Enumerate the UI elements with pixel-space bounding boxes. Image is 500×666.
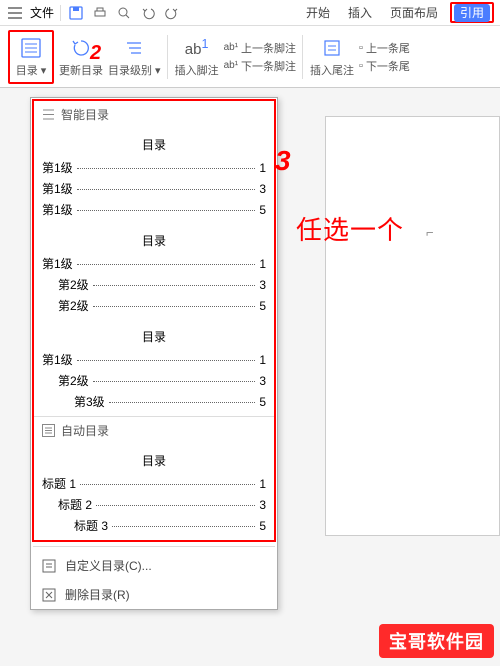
delete-toc-item[interactable]: 删除目录(R)	[31, 580, 277, 609]
tab-insert[interactable]: 插入	[342, 2, 378, 23]
footnote-nav: ab¹上一条脚注 ab¹下一条脚注	[224, 40, 296, 74]
toc-title: 目录	[42, 324, 266, 349]
delete-icon	[41, 587, 57, 603]
separator	[167, 35, 168, 79]
toc-title: 目录	[42, 132, 266, 157]
tab-start[interactable]: 开始	[300, 2, 336, 23]
prev-footnote-button[interactable]: ab¹上一条脚注	[224, 40, 296, 56]
preview-icon[interactable]	[115, 4, 133, 22]
separator	[60, 5, 61, 21]
insert-endnote-button[interactable]: 插入尾注	[309, 30, 355, 84]
smart-toc-header: 智能目录	[34, 101, 274, 128]
tab-layout[interactable]: 页面布局	[384, 2, 444, 23]
endnote-icon	[320, 36, 344, 60]
toc-level-label: 目录级别 ▾	[108, 62, 161, 78]
next-footnote-button[interactable]: ab¹下一条脚注	[224, 58, 296, 74]
annotation-highlight-previews: 智能目录 目录 第1级1 第1级3 第1级5 目录 第1级1 第2级3 第2级5…	[32, 99, 276, 542]
endnote-nav: ▫上一条尾 ▫下一条尾	[359, 40, 410, 74]
insert-footnote-label: 插入脚注	[175, 62, 219, 78]
auto-toc-header: 自动目录	[34, 416, 274, 444]
menu-bar: 文件 开始 插入 页面布局 引用	[0, 0, 500, 26]
level-icon	[122, 36, 146, 60]
print-icon[interactable]	[91, 4, 109, 22]
endnote-small-icon: ▫	[359, 60, 363, 72]
toc-title: 目录	[42, 448, 266, 473]
tab-reference[interactable]: 引用	[454, 4, 490, 22]
annotation-number-2: 2	[90, 42, 101, 65]
annotation-pick-one: 任选一个	[296, 210, 404, 247]
endnote-small-icon: ▫	[359, 42, 363, 54]
toc-level-button[interactable]: 目录级别 ▾	[108, 30, 161, 84]
toc-icon	[19, 36, 43, 60]
footnote-icon: ab1	[185, 36, 209, 60]
separator	[302, 35, 303, 79]
toc-title: 目录	[42, 228, 266, 253]
toc-preview-auto[interactable]: 目录 标题 11 标题 23 标题 35	[34, 444, 274, 540]
separator	[33, 546, 275, 547]
redo-icon[interactable]	[163, 4, 181, 22]
toc-label: 目录 ▾	[16, 62, 47, 78]
list-icon	[42, 424, 55, 437]
list-icon	[42, 108, 55, 121]
insert-endnote-label: 插入尾注	[310, 62, 354, 78]
toc-button[interactable]: 目录 ▾	[8, 30, 54, 84]
next-endnote-button[interactable]: ▫下一条尾	[359, 58, 410, 74]
annotation-highlight-reference: 引用	[450, 2, 494, 23]
annotation-number-3: 3	[275, 145, 291, 177]
ribbon-toolbar: 目录 ▾ 更新目录 目录级别 ▾ ab1 插入脚注 ab¹上一条脚注 ab¹下一…	[0, 26, 500, 88]
file-menu[interactable]: 文件	[30, 4, 54, 21]
toc-preview-2[interactable]: 目录 第1级1 第2级3 第2级5	[34, 224, 274, 320]
toc-dropdown: 智能目录 目录 第1级1 第1级3 第1级5 目录 第1级1 第2级3 第2级5…	[30, 97, 278, 610]
document-page[interactable]	[325, 116, 500, 536]
save-icon[interactable]	[67, 4, 85, 22]
hamburger-icon[interactable]	[6, 4, 24, 22]
toc-preview-3[interactable]: 目录 第1级1 第2级3 第3级5	[34, 320, 274, 416]
undo-icon[interactable]	[139, 4, 157, 22]
insert-footnote-button[interactable]: ab1 插入脚注	[174, 30, 220, 84]
custom-toc-item[interactable]: 自定义目录(C)...	[31, 551, 277, 580]
prev-endnote-button[interactable]: ▫上一条尾	[359, 40, 410, 56]
toc-preview-1[interactable]: 目录 第1级1 第1级3 第1级5	[34, 128, 274, 224]
watermark-badge: 宝哥软件园	[379, 624, 494, 658]
text-cursor: ⌐	[426, 225, 434, 240]
custom-icon	[41, 558, 57, 574]
